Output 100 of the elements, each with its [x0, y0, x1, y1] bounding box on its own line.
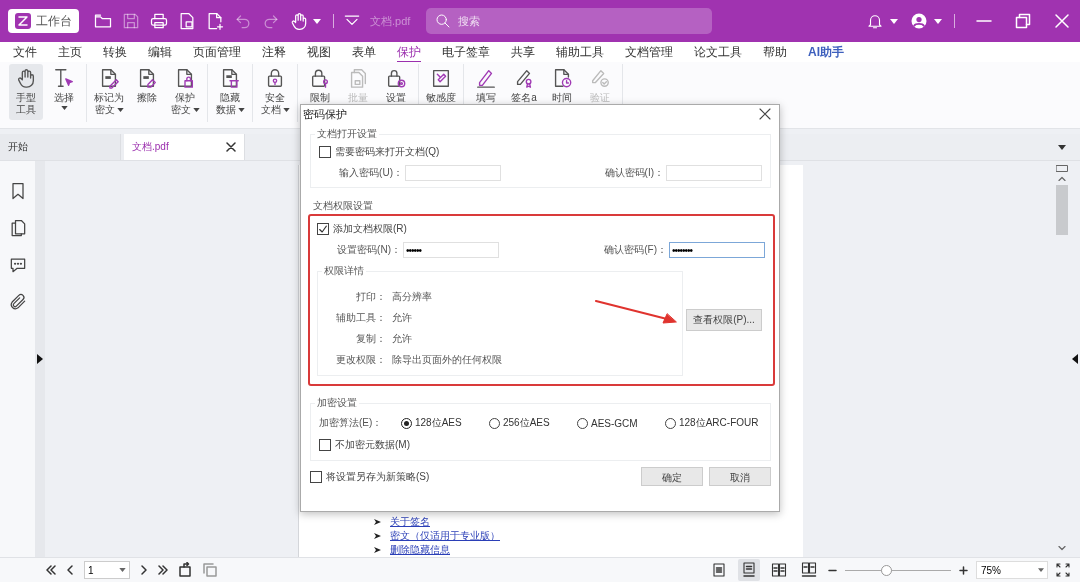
menu-tab[interactable]: 主页 — [58, 41, 82, 63]
caret-icon[interactable] — [934, 18, 942, 24]
document-tag-icon — [430, 67, 452, 89]
link[interactable]: 密文（仅适用于专业版） — [390, 530, 500, 542]
dialog-button[interactable]: 取消 — [709, 467, 771, 486]
scroll-down-icon[interactable] — [1057, 546, 1066, 551]
menu-tab[interactable]: 编辑 — [148, 41, 172, 63]
zoom-in-icon[interactable] — [959, 565, 968, 575]
menu-tab[interactable]: 共享 — [511, 41, 535, 63]
pen-check-icon — [589, 67, 611, 89]
close-icon[interactable] — [759, 108, 771, 120]
caret-icon[interactable] — [313, 18, 321, 24]
scrollbar-thumb[interactable] — [1055, 185, 1068, 235]
permission-label: 辅助工具： — [335, 311, 386, 325]
link[interactable]: 删除隐藏信息 — [390, 544, 450, 556]
field-label: 加密算法(E)： — [319, 416, 384, 430]
caret-icon[interactable] — [890, 18, 898, 24]
menu-tab[interactable]: 页面管理 — [193, 41, 241, 63]
ribbon-button[interactable]: 安全 文档 — [258, 64, 292, 120]
menu-tab[interactable]: 论文工具 — [694, 41, 742, 63]
slider-thumb[interactable] — [880, 564, 892, 576]
ribbon-button[interactable]: 填写 — [469, 64, 503, 120]
caret-icon[interactable] — [1058, 144, 1066, 150]
rotate-page-icon[interactable] — [178, 562, 194, 578]
radio-label: AES-GCM — [591, 417, 638, 429]
link[interactable]: 关于签名 — [390, 516, 430, 528]
ribbon-button[interactable]: 手型 工具 — [9, 64, 43, 120]
tab-label: 文档.pdf — [132, 140, 170, 154]
field-label: 输入密码(U)： — [338, 166, 403, 180]
bullet-arrow-icon — [374, 533, 381, 539]
ribbon-button[interactable]: 擦除 — [130, 64, 164, 120]
menu-tab[interactable]: 文件 — [13, 41, 37, 63]
expand-arrow-icon[interactable] — [37, 354, 43, 364]
view-mode-button[interactable] — [738, 559, 760, 581]
ribbon-button[interactable]: 隐藏 数据 — [213, 64, 247, 120]
search-icon — [435, 13, 452, 29]
menu-tab[interactable]: AI助手 — [808, 41, 844, 63]
radio-label: 256位AES — [503, 416, 550, 430]
checkmark-icon — [318, 223, 328, 235]
scroll-up-icon[interactable] — [1057, 176, 1066, 181]
ribbon-button[interactable]: 标记为 密文 — [92, 64, 126, 120]
page-field[interactable]: 1 — [84, 561, 130, 579]
previous-page-icon[interactable] — [64, 564, 76, 576]
document-tab[interactable]: 开始 — [0, 134, 121, 160]
ribbon-button[interactable]: 签名a — [507, 64, 541, 120]
view-permissions-button[interactable]: 查看权限(P)... — [686, 309, 762, 331]
password-field[interactable] — [666, 165, 762, 181]
ribbon-button[interactable]: 时间 — [545, 64, 579, 120]
continuous-page-icon — [741, 562, 757, 578]
menu-tab[interactable]: 辅助工具 — [556, 41, 604, 63]
permission-value: 允许 — [392, 332, 413, 346]
print-icon[interactable] — [149, 11, 169, 31]
checkbox[interactable]: 添加文档权限(R) — [317, 222, 765, 236]
bell-icon[interactable] — [866, 12, 884, 30]
zoom-field[interactable]: 75% — [976, 561, 1048, 579]
password-field[interactable]: •••••• — [403, 242, 499, 258]
bullet-arrow-icon — [374, 547, 381, 553]
first-page-icon[interactable] — [44, 564, 56, 576]
menu-tab[interactable]: 电子签章 — [442, 41, 490, 63]
menu-tab[interactable]: 视图 — [307, 41, 331, 63]
text-cursor-icon — [53, 67, 75, 89]
last-page-icon[interactable] — [158, 564, 170, 576]
document-name: 文档.pdf — [370, 13, 411, 29]
caret-icon — [119, 568, 126, 572]
restore-icon[interactable] — [1015, 13, 1031, 29]
document-tab[interactable]: 文档.pdf — [124, 134, 245, 160]
permission-value: 高分辨率 — [392, 290, 433, 304]
hand-icon[interactable] — [289, 11, 309, 31]
bullet-arrow-icon — [374, 519, 381, 525]
collapse-arrow-icon[interactable] — [1072, 354, 1078, 364]
close-icon[interactable] — [226, 142, 236, 152]
search-field[interactable]: 搜索 — [426, 8, 713, 34]
lock-key-icon — [309, 67, 331, 89]
checkbox[interactable]: 将设置另存为新策略(S) — [310, 469, 430, 484]
tab-label: 开始 — [8, 140, 29, 154]
ribbon-button[interactable]: 敏感度 — [424, 64, 458, 120]
radio-label: 128位AES — [415, 416, 462, 430]
menu-tab[interactable]: 注释 — [262, 41, 286, 63]
menu-tab[interactable]: 表单 — [352, 41, 376, 63]
caret-icon — [1038, 568, 1044, 572]
user-icon[interactable] — [910, 12, 928, 30]
menu-tab[interactable]: 文档管理 — [625, 41, 673, 63]
checkbox[interactable]: 需要密码来打开文档(Q) — [319, 145, 762, 159]
dialog-title: 密码保护 — [303, 106, 347, 122]
password-field[interactable]: •••••••• — [669, 242, 765, 258]
field-label: 确认密码(I)： — [603, 166, 664, 180]
radio-label: 128位ARC-FOUR — [679, 416, 759, 430]
menu-tab[interactable]: 帮助 — [763, 41, 787, 63]
menu-tab[interactable]: 转换 — [103, 41, 127, 63]
workbench-button[interactable]: 工作台 — [8, 9, 79, 33]
page-thumbnail-icon[interactable] — [1055, 165, 1068, 172]
next-page-icon[interactable] — [138, 564, 150, 576]
password-field[interactable] — [405, 165, 501, 181]
ribbon-button[interactable]: 保护 密文 — [168, 64, 202, 120]
fullscreen-icon[interactable] — [1056, 563, 1070, 577]
field-label: 确认密码(F)： — [603, 243, 667, 257]
dialog-button[interactable]: 确定 — [641, 467, 703, 486]
checkbox[interactable]: 不加密元数据(M) — [319, 438, 762, 452]
ribbon-button[interactable]: 设置 — [379, 64, 413, 120]
ribbon-button[interactable]: 选择 — [47, 64, 81, 120]
